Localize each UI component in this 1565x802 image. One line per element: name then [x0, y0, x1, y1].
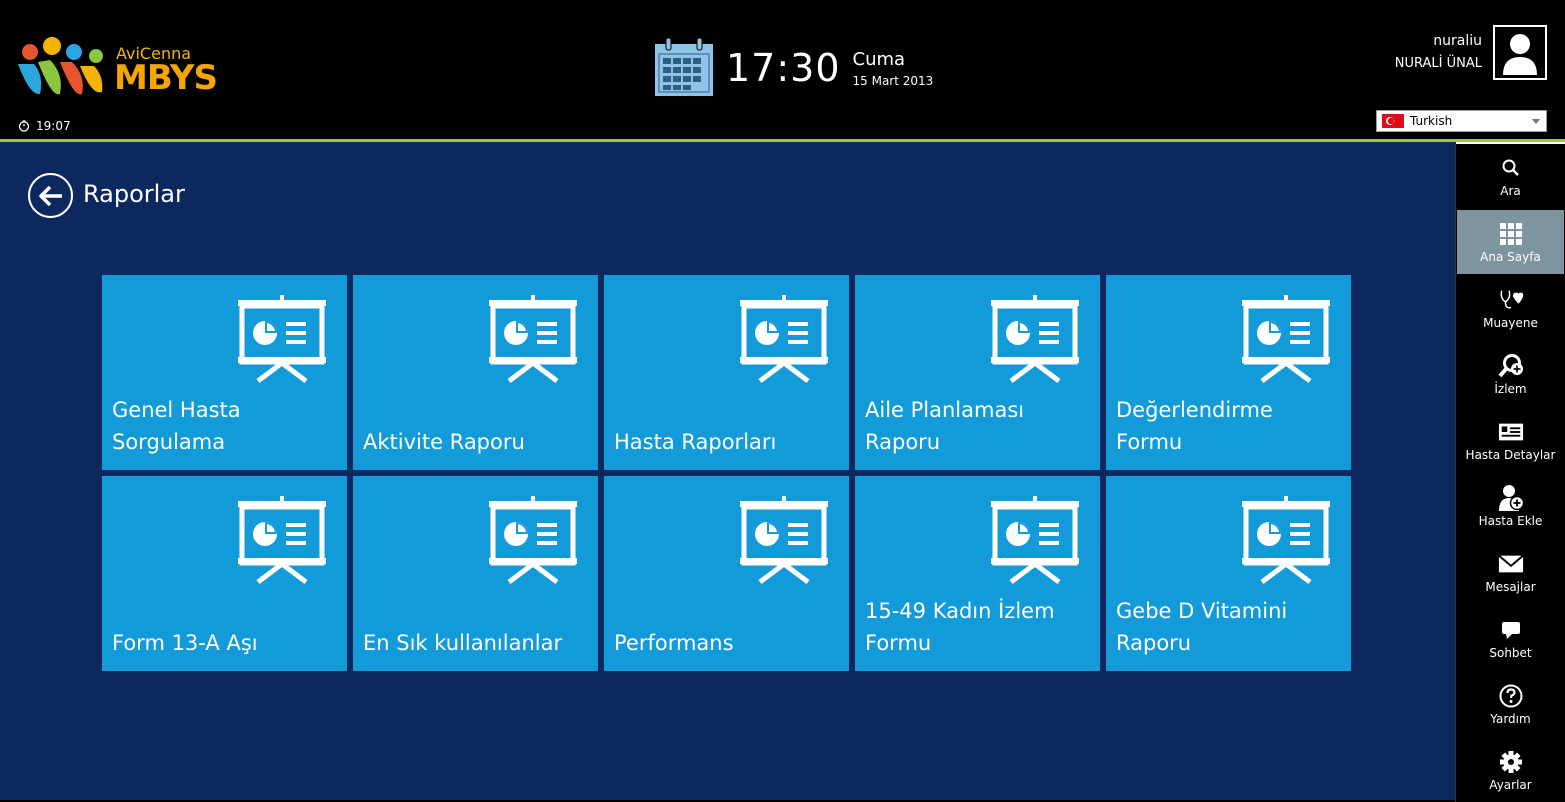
language-select[interactable]: Turkish	[1376, 110, 1547, 132]
sidebar-item-label: Ara	[1500, 184, 1521, 198]
report-tile-8[interactable]: Performans	[604, 476, 849, 671]
presentation-chart-icon	[1242, 496, 1330, 584]
sidebar-item-label: Hasta Detaylar	[1465, 448, 1556, 462]
header: AviCenna MBYS 19:07 17:30 Cuma 15 Mart 2…	[0, 0, 1565, 139]
back-button[interactable]	[28, 173, 73, 218]
logo-figures-icon	[18, 37, 103, 95]
sidebar-item-2[interactable]: Ana Sayfa	[1457, 210, 1564, 274]
report-tile-5[interactable]: Değerlendirme Formu	[1106, 275, 1351, 470]
username: nuraliu	[1433, 33, 1482, 49]
add-user-icon	[1498, 485, 1524, 511]
report-tile-4[interactable]: Aile Planlaması Raporu	[855, 275, 1100, 470]
app-logo: AviCenna MBYS	[14, 36, 218, 106]
magnify-plus-icon	[1497, 354, 1524, 378]
current-day: Cuma	[852, 48, 906, 70]
main-content: Raporlar Genel Hasta Sorgulama Aktivite …	[0, 142, 1455, 800]
sidebar-item-5[interactable]: Hasta Detaylar	[1457, 408, 1564, 472]
grid-icon	[1498, 222, 1524, 246]
calendar-icon	[655, 38, 713, 96]
gear-icon	[1498, 750, 1524, 774]
user-silhouette-icon	[1503, 34, 1537, 75]
sidebar-item-1[interactable]: Ara	[1457, 144, 1564, 208]
search-icon	[1498, 156, 1524, 180]
user-info: nuraliu NURALİ ÜNAL	[1395, 33, 1482, 71]
report-tile-9[interactable]: 15-49 Kadın İzlem Formu	[855, 476, 1100, 671]
tile-label: Hasta Raporları	[614, 430, 777, 454]
sidebar-item-label: Muayene	[1483, 316, 1538, 330]
presentation-chart-icon	[740, 496, 828, 584]
sidebar-item-3[interactable]: Muayene	[1457, 276, 1564, 340]
report-tile-10[interactable]: Gebe D Vitamini Raporu	[1106, 476, 1351, 671]
presentation-chart-icon	[1242, 295, 1330, 383]
tile-label: Form 13-A Aşı	[112, 631, 258, 655]
presentation-chart-icon	[489, 496, 577, 584]
clock: 17:30 Cuma 15 Mart 2013	[654, 38, 933, 98]
sidebar-item-label: Sohbet	[1489, 646, 1532, 660]
presentation-chart-icon	[238, 295, 326, 383]
tile-label: 15-49 Kadın İzlem Formu	[865, 599, 1055, 655]
report-tile-7[interactable]: En Sık kullanılanlar	[353, 476, 598, 671]
presentation-chart-icon	[489, 295, 577, 383]
sidebar-item-label: Mesajlar	[1485, 580, 1536, 594]
sidebar: Ara Ana Sayfa Muayene İzlem Hasta Detaylar Ha…	[1455, 142, 1565, 802]
sidebar-item-label: Hasta Ekle	[1478, 514, 1543, 528]
current-date: 15 Mart 2013	[852, 73, 934, 88]
sidebar-item-4[interactable]: İzlem	[1457, 342, 1564, 406]
presentation-chart-icon	[991, 295, 1079, 383]
page-title: Raporlar	[83, 180, 185, 208]
session-timer: 19:07	[18, 119, 71, 133]
tile-label: Aile Planlaması Raporu	[865, 398, 1025, 454]
avatar[interactable]	[1493, 25, 1547, 80]
chat-bubble-icon	[1498, 618, 1524, 642]
sidebar-item-8[interactable]: Sohbet	[1457, 606, 1564, 670]
envelope-icon	[1497, 552, 1524, 576]
sidebar-item-7[interactable]: Mesajlar	[1457, 540, 1564, 604]
presentation-chart-icon	[238, 496, 326, 584]
help-icon	[1498, 684, 1524, 708]
report-tiles: Genel Hasta Sorgulama Aktivite Raporu Ha…	[102, 275, 1351, 671]
tile-label: Performans	[614, 631, 734, 655]
arrow-left-icon	[38, 185, 62, 206]
tile-label: En Sık kullanılanlar	[363, 631, 563, 655]
stopwatch-icon	[18, 120, 30, 132]
tile-label: Gebe D Vitamini Raporu	[1116, 599, 1288, 655]
sidebar-item-10[interactable]: Ayarlar	[1457, 738, 1564, 802]
chevron-down-icon	[1532, 119, 1540, 124]
presentation-chart-icon	[740, 295, 828, 383]
report-tile-1[interactable]: Genel Hasta Sorgulama	[102, 275, 347, 470]
current-time: 17:30	[726, 46, 841, 90]
sidebar-item-label: İzlem	[1494, 382, 1527, 396]
sidebar-item-label: Ayarlar	[1489, 778, 1532, 792]
stethoscope-heart-icon	[1498, 288, 1524, 312]
session-time: 19:07	[36, 119, 71, 133]
logo-name: MBYS	[114, 58, 218, 98]
user-fullname: NURALİ ÜNAL	[1394, 56, 1482, 71]
tile-label: Aktivite Raporu	[363, 430, 525, 454]
report-tile-6[interactable]: Form 13-A Aşı	[102, 476, 347, 671]
sidebar-item-label: Ana Sayfa	[1480, 250, 1541, 264]
language-value: Turkish	[1410, 114, 1453, 128]
turkey-flag-icon	[1382, 114, 1404, 128]
sidebar-item-9[interactable]: Yardım	[1457, 672, 1564, 736]
report-tile-2[interactable]: Aktivite Raporu	[353, 275, 598, 470]
tile-label: Genel Hasta Sorgulama	[112, 398, 241, 454]
presentation-chart-icon	[991, 496, 1079, 584]
tile-label: Değerlendirme Formu	[1116, 398, 1273, 454]
date-box: Cuma 15 Mart 2013	[853, 49, 934, 88]
sidebar-item-6[interactable]: Hasta Ekle	[1457, 474, 1564, 538]
sidebar-item-label: Yardım	[1490, 712, 1531, 726]
id-card-icon	[1498, 420, 1524, 444]
report-tile-3[interactable]: Hasta Raporları	[604, 275, 849, 470]
